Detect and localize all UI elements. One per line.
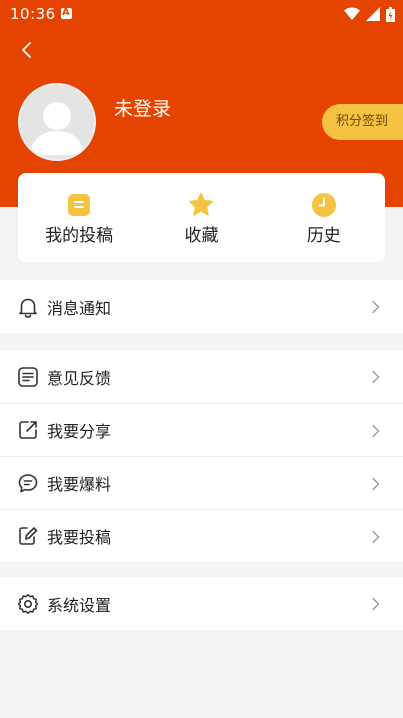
- chevron-right-icon: [372, 597, 380, 611]
- menu-label: 我要投稿: [47, 528, 112, 547]
- wifi-icon: [344, 7, 360, 20]
- battery-icon: [386, 6, 395, 22]
- chevron-right-icon: [372, 300, 380, 314]
- chevron-right-icon: [372, 530, 380, 544]
- quick-label: 历史: [306, 226, 341, 246]
- menu-label: 意见反馈: [47, 368, 112, 388]
- menu-item-share[interactable]: 我要分享: [0, 403, 403, 456]
- chevron-right-icon: [372, 424, 380, 438]
- doc-icon: [68, 194, 91, 216]
- notification-a-icon: A: [61, 7, 72, 19]
- status-time: 10:36: [10, 5, 56, 23]
- checkin-button[interactable]: 积分签到: [322, 104, 403, 140]
- my-submissions-button[interactable]: 我的投稿: [18, 173, 140, 262]
- favorites-button[interactable]: 收藏: [140, 173, 262, 262]
- history-button[interactable]: 历史: [263, 173, 385, 262]
- signal-icon: [366, 7, 380, 21]
- chevron-right-icon: [372, 477, 380, 491]
- edit-icon: [19, 527, 38, 545]
- quick-label: 收藏: [184, 226, 219, 246]
- menu-label: 我要爆料: [47, 475, 112, 494]
- chevron-right-icon: [372, 370, 380, 384]
- menu-item-feedback[interactable]: 意见反馈: [0, 350, 403, 403]
- menu-label: 消息通知: [47, 298, 112, 318]
- quick-label: 我的投稿: [45, 226, 114, 246]
- chevron-left-icon: [22, 42, 31, 58]
- gear-icon: [17, 593, 39, 614]
- username-label[interactable]: 未登录: [114, 94, 171, 121]
- default-avatar-icon: [30, 102, 84, 155]
- feedback-icon: [18, 366, 38, 387]
- menu-section-notifications: 消息通知: [0, 280, 403, 333]
- back-button[interactable]: [13, 36, 41, 64]
- menu-section-actions: 意见反馈 我要分享 我要爆料 我要投稿: [0, 350, 403, 562]
- menu-item-submit[interactable]: 我要投稿: [0, 509, 403, 562]
- star-icon: [189, 192, 214, 216]
- bell-icon: [19, 298, 37, 318]
- menu-item-settings[interactable]: 系统设置: [0, 577, 403, 630]
- menu-label: 系统设置: [47, 595, 112, 615]
- menu-section-settings: 系统设置: [0, 577, 403, 630]
- share-icon: [19, 421, 37, 439]
- clock-icon: [311, 193, 336, 217]
- quick-actions-card: 我的投稿 收藏 历史: [18, 173, 385, 262]
- menu-item-report[interactable]: 我要爆料: [0, 456, 403, 509]
- chat-bubble-icon: [18, 474, 38, 493]
- status-bar: 10:36 A: [0, 0, 403, 28]
- menu-label: 我要分享: [47, 422, 112, 441]
- menu-item-notification[interactable]: 消息通知: [0, 280, 403, 333]
- avatar[interactable]: [18, 83, 96, 161]
